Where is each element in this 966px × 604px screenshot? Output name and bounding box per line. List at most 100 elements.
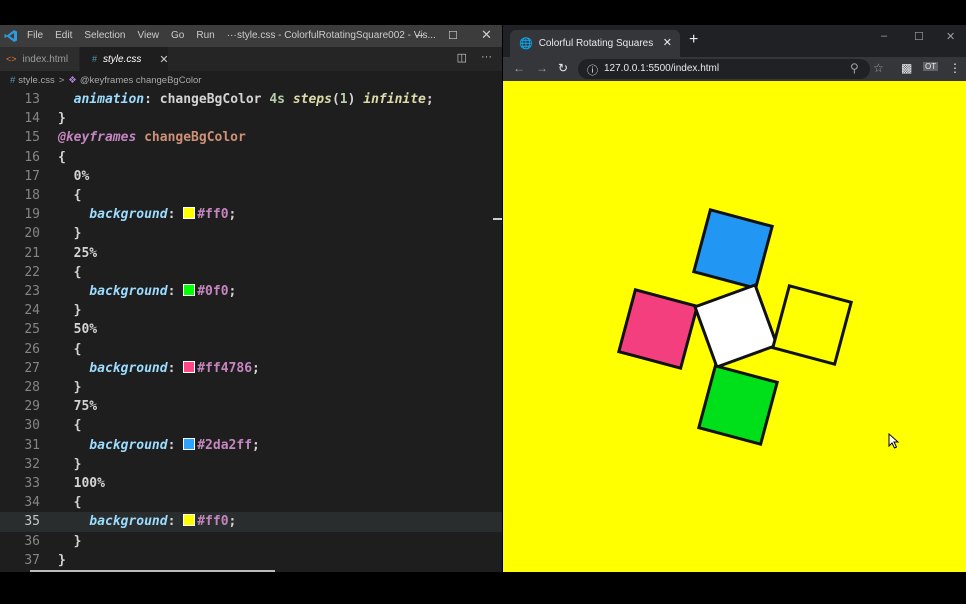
square-pink bbox=[616, 287, 700, 371]
vscode-logo-icon bbox=[4, 30, 17, 42]
code-line[interactable]: 14} bbox=[0, 109, 502, 128]
code-editor[interactable]: 13 animation: changeBgColor 4s steps(1) … bbox=[0, 89, 502, 572]
code-line[interactable]: 26 { bbox=[0, 340, 502, 359]
title-bar: File Edit Selection View Go Run ··· styl… bbox=[0, 25, 502, 47]
keyframes-symbol-icon: ❖ bbox=[68, 74, 77, 86]
browser-menu-icon[interactable]: ⋮ bbox=[949, 61, 961, 75]
color-swatch[interactable] bbox=[183, 284, 196, 296]
code-line[interactable]: 22 { bbox=[0, 263, 502, 282]
code-line[interactable]: 17 0% bbox=[0, 167, 502, 186]
code-text: @keyframes changeBgColor bbox=[58, 128, 246, 147]
menu-run[interactable]: Run bbox=[196, 30, 214, 41]
color-swatch[interactable] bbox=[183, 437, 196, 450]
bookmark-star-icon[interactable]: ☆ bbox=[873, 61, 884, 75]
code-line[interactable]: 16 { bbox=[0, 148, 502, 167]
code-line[interactable]: 21 25% bbox=[0, 244, 502, 263]
menu-selection[interactable]: Selection bbox=[84, 30, 125, 41]
code-line[interactable]: 37} bbox=[0, 551, 502, 570]
url-text[interactable]: 127.0.0.1:5500/index.html bbox=[604, 63, 719, 74]
code-token: ; bbox=[425, 92, 434, 107]
code-token: animation bbox=[58, 92, 145, 107]
browser-minimize-icon[interactable]: – bbox=[881, 30, 887, 42]
code-text: background: #ff0; bbox=[58, 512, 236, 531]
code-text: { bbox=[58, 148, 66, 167]
code-line[interactable]: 20 } bbox=[0, 224, 502, 243]
code-token: : bbox=[167, 514, 184, 530]
back-icon[interactable]: ← bbox=[513, 61, 525, 75]
code-line[interactable]: 25 50% bbox=[0, 320, 502, 339]
code-text: } bbox=[58, 301, 82, 320]
menu-edit[interactable]: Edit bbox=[55, 30, 72, 41]
code-line[interactable]: 30 { bbox=[0, 416, 502, 435]
code-line[interactable]: 32 } bbox=[0, 455, 502, 474]
code-line[interactable]: 33 100% bbox=[0, 474, 502, 493]
horizontal-scrollbar[interactable] bbox=[30, 570, 275, 572]
menu-more[interactable]: ··· bbox=[227, 30, 237, 41]
minimize-icon[interactable]: – bbox=[416, 27, 423, 42]
color-swatch[interactable] bbox=[183, 207, 196, 220]
browser-toolbar: ← → ↻ ⓘ 127.0.0.1:5500/index.html ⚲ ☆ ▩ … bbox=[503, 57, 966, 81]
tab-index-html[interactable]: <> index.html bbox=[0, 47, 79, 71]
browser-tab-strip: 🌐 Colorful Rotating Squares ✕ + – ☐ ✕ bbox=[503, 25, 966, 57]
menu-go[interactable]: Go bbox=[171, 30, 184, 41]
color-swatch[interactable] bbox=[183, 514, 196, 527]
code-token: ; bbox=[252, 437, 260, 453]
browser-maximize-icon[interactable]: ☐ bbox=[914, 30, 924, 43]
globe-icon: 🌐 bbox=[519, 38, 533, 50]
code-line[interactable]: 18 { bbox=[0, 186, 502, 205]
code-line[interactable]: 19 background: #ff0; bbox=[0, 205, 502, 224]
menu-file[interactable]: File bbox=[27, 30, 43, 41]
code-token: 25% bbox=[58, 245, 98, 261]
zoom-icon[interactable]: ⚲ bbox=[850, 61, 859, 75]
browser-tab[interactable]: 🌐 Colorful Rotating Squares ✕ bbox=[510, 30, 680, 57]
code-line[interactable]: 28 } bbox=[0, 378, 502, 397]
code-line[interactable]: 36 } bbox=[0, 532, 502, 551]
code-text: 0% bbox=[58, 167, 90, 186]
reload-icon[interactable]: ↻ bbox=[558, 61, 568, 75]
code-line[interactable]: 23 background: #0f0; bbox=[0, 282, 502, 301]
code-token: #2da2ff bbox=[197, 437, 253, 453]
extensions-icon[interactable]: ▩ bbox=[901, 61, 912, 75]
code-token: } bbox=[58, 226, 82, 242]
breadcrumb-file[interactable]: style.css bbox=[18, 75, 54, 86]
line-number: 15 bbox=[24, 130, 40, 146]
code-line[interactable]: 27 background: #ff4786; bbox=[0, 359, 502, 378]
code-token: infinite bbox=[363, 92, 426, 107]
tab-close-icon[interactable]: ✕ bbox=[159, 53, 168, 66]
line-number: 34 bbox=[24, 495, 40, 511]
split-editor-icon[interactable]: ◫ bbox=[457, 51, 467, 64]
profile-avatar[interactable]: OT bbox=[923, 62, 939, 71]
code-text: } bbox=[58, 532, 82, 551]
code-line[interactable]: 15 @keyframes changeBgColor bbox=[0, 128, 502, 147]
browser-tab-close-icon[interactable]: ✕ bbox=[663, 36, 672, 49]
line-number: 32 bbox=[24, 456, 40, 472]
scrollbar-marker[interactable] bbox=[493, 218, 502, 220]
browser-close-icon[interactable]: ✕ bbox=[946, 30, 955, 43]
more-actions-icon[interactable]: ··· bbox=[481, 51, 492, 64]
color-swatch[interactable] bbox=[183, 360, 196, 373]
new-tab-icon[interactable]: + bbox=[689, 31, 698, 49]
code-text: 50% bbox=[58, 320, 98, 339]
maximize-icon[interactable]: ☐ bbox=[448, 29, 458, 42]
code-text: { bbox=[58, 186, 82, 205]
close-icon[interactable]: ✕ bbox=[481, 27, 492, 43]
menu-bar: File Edit Selection View Go Run ··· bbox=[27, 30, 249, 41]
browser-tab-title: Colorful Rotating Squares bbox=[538, 38, 654, 49]
code-line[interactable]: 34 { bbox=[0, 493, 502, 512]
line-number: 17 bbox=[24, 168, 40, 184]
line-number: 35 bbox=[24, 514, 40, 530]
menu-view[interactable]: View bbox=[138, 30, 160, 41]
line-number: 28 bbox=[24, 380, 40, 395]
site-info-icon[interactable]: ⓘ bbox=[587, 62, 598, 78]
code-line[interactable]: 29 75% bbox=[0, 397, 502, 416]
code-line[interactable]: 31 background: #2da2ff; bbox=[0, 436, 502, 455]
breadcrumb-symbol[interactable]: @keyframes changeBgColor bbox=[80, 75, 202, 86]
code-line[interactable]: 24 } bbox=[0, 301, 502, 320]
code-token: } bbox=[58, 533, 82, 549]
line-number: 26 bbox=[24, 341, 40, 357]
code-line[interactable]: 35 background: #ff0; bbox=[0, 512, 502, 532]
tab-style-css[interactable]: # style.css ✕ bbox=[80, 47, 169, 71]
forward-icon[interactable]: → bbox=[536, 61, 548, 75]
code-text: } bbox=[58, 455, 82, 474]
code-line[interactable]: 13 animation: changeBgColor 4s steps(1) … bbox=[0, 90, 502, 109]
